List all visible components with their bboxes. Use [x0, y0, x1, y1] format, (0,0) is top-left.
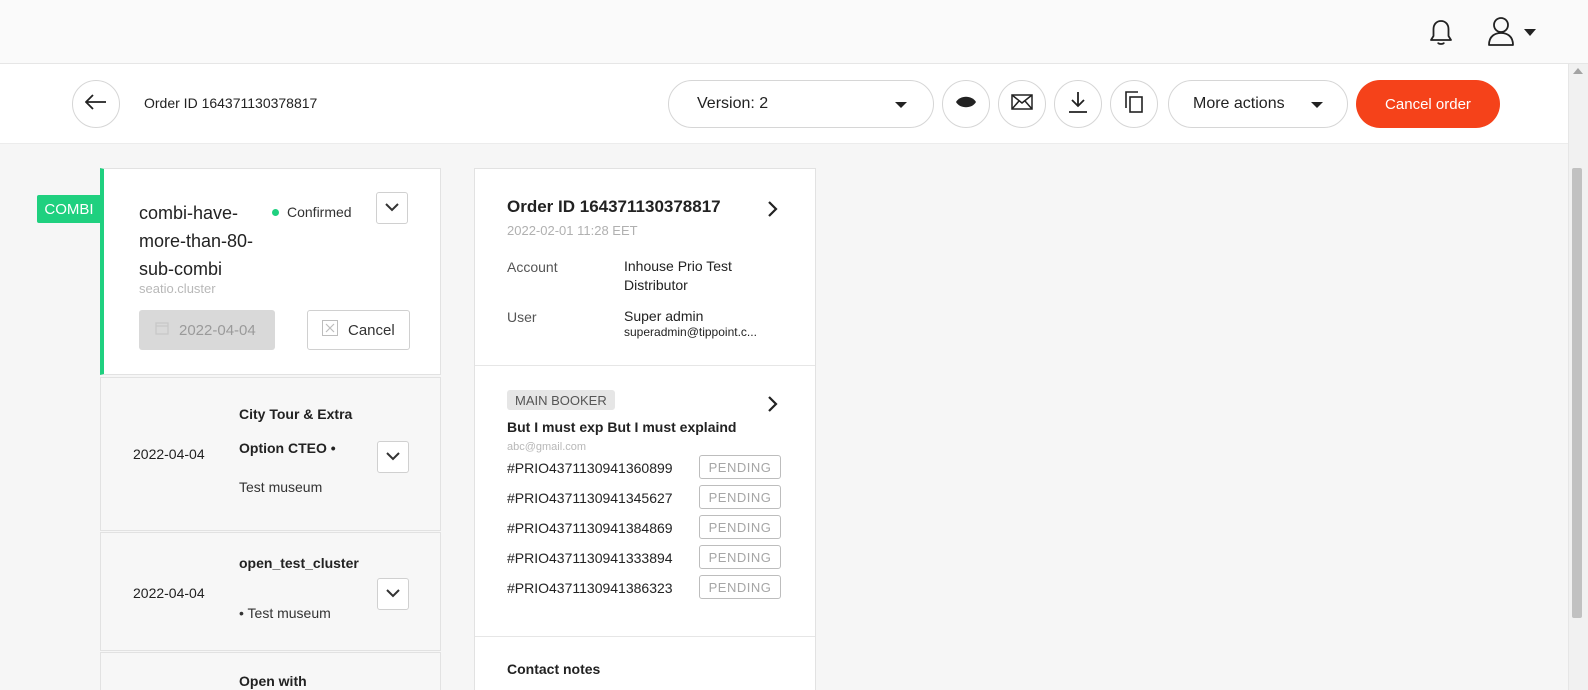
- product-subtitle: seatio.cluster: [139, 281, 216, 296]
- combi-badge: COMBI: [37, 195, 101, 223]
- ticket-status-badge: PENDING: [699, 485, 781, 509]
- expand-product-button[interactable]: [376, 192, 408, 224]
- download-icon: [1068, 91, 1088, 118]
- product-title: combi-have-more-than-80-sub-combi: [139, 203, 254, 279]
- chevron-down-icon: [386, 448, 400, 466]
- scroll-up-arrow-icon[interactable]: [1573, 68, 1583, 74]
- sub-product-date: 2022-04-04: [133, 585, 205, 601]
- email-button[interactable]: [998, 80, 1046, 128]
- expand-sub-product-button[interactable]: [377, 441, 409, 473]
- sub-product-card: Open with: [100, 652, 441, 690]
- ticket-status-badge: PENDING: [699, 515, 781, 539]
- booker-email: abc@gmail.com: [507, 441, 587, 453]
- order-datetime: 2022-02-01 11:28 EET: [507, 223, 638, 238]
- ticket-code: #PRIO4371130941360899: [507, 460, 673, 476]
- sub-product-card: 2022-04-04 City Tour & Extra Option CTEO…: [100, 377, 441, 531]
- expand-sub-product-button[interactable]: [377, 578, 409, 610]
- cancel-order-button[interactable]: Cancel order: [1356, 80, 1500, 128]
- chevron-right-icon[interactable]: [763, 199, 783, 219]
- sub-product-venue: Test museum: [239, 479, 323, 495]
- user-name: Super admin: [624, 308, 704, 324]
- order-toolbar: Order ID 164371130378817 Version: 2 More…: [0, 64, 1568, 144]
- ticket-code: #PRIO4371130941333894: [507, 550, 673, 566]
- cancel-label: Cancel: [348, 321, 395, 339]
- back-button[interactable]: [72, 80, 120, 128]
- date-picker-button[interactable]: 2022-04-04: [139, 310, 275, 350]
- product-card: combi-have-more-than-80-sub-combi seatio…: [100, 168, 441, 375]
- user-email: superadmin@tippoint.c...: [624, 325, 757, 339]
- order-title: Order ID 164371130378817: [507, 197, 721, 216]
- ticket-status-badge: PENDING: [699, 455, 781, 479]
- user-label: User: [507, 309, 537, 325]
- caret-down-icon: [1311, 102, 1323, 108]
- status-badge: Confirmed: [272, 204, 352, 220]
- version-select[interactable]: Version: 2: [668, 80, 934, 128]
- cancel-product-button[interactable]: Cancel: [307, 310, 410, 350]
- top-app-bar: [0, 0, 1588, 64]
- sub-product-title: Open with: [239, 673, 307, 689]
- calendar-icon: [155, 321, 169, 339]
- contact-notes-heading: Contact notes: [507, 661, 601, 677]
- chevron-right-icon[interactable]: [763, 394, 783, 414]
- preview-button[interactable]: [942, 80, 990, 128]
- scrollbar-thumb[interactable]: [1572, 168, 1582, 618]
- chevron-down-icon: [386, 585, 400, 603]
- account-label: Account: [507, 259, 558, 275]
- more-actions-dropdown[interactable]: More actions: [1168, 80, 1348, 128]
- sub-product-card: 2022-04-04 open_test_cluster • Test muse…: [100, 532, 441, 651]
- download-button[interactable]: [1054, 80, 1102, 128]
- order-id-header: Order ID 164371130378817: [144, 95, 318, 111]
- version-select-label: Version: 2: [697, 95, 769, 112]
- ticket-code: #PRIO4371130941345627: [507, 490, 673, 506]
- more-actions-label: More actions: [1193, 95, 1285, 112]
- ticket-status-badge: PENDING: [699, 575, 781, 599]
- caret-down-icon: [1524, 24, 1536, 42]
- date-label: 2022-04-04: [179, 321, 256, 339]
- account-value: Inhouse Prio Test Distributor: [624, 258, 732, 293]
- divider: [475, 365, 815, 366]
- copy-icon: [1124, 90, 1144, 118]
- user-menu[interactable]: [1486, 16, 1542, 50]
- sub-product-title: City Tour & Extra Option CTEO •: [239, 406, 353, 456]
- divider: [475, 636, 815, 637]
- booker-name: But I must exp But I must explaind: [507, 419, 737, 435]
- main-booker-badge: MAIN BOOKER: [507, 390, 615, 410]
- status-label: Confirmed: [287, 204, 352, 220]
- back-arrow-icon: [84, 93, 107, 115]
- sub-product-venue: • Test museum: [239, 605, 331, 621]
- bell-icon[interactable]: [1426, 18, 1456, 48]
- ticket-code: #PRIO4371130941386323: [507, 580, 673, 596]
- status-dot-icon: [272, 208, 279, 216]
- copy-button[interactable]: [1110, 80, 1158, 128]
- sub-product-date: 2022-04-04: [133, 446, 205, 462]
- caret-down-icon: [895, 102, 907, 108]
- ticket-status-badge: PENDING: [699, 545, 781, 569]
- close-icon: [322, 320, 338, 340]
- user-icon: [1486, 15, 1516, 52]
- order-details-panel: Order ID 164371130378817 2022-02-01 11:2…: [474, 168, 816, 690]
- eye-icon: [955, 95, 977, 114]
- chevron-down-icon: [385, 199, 399, 217]
- ticket-code: #PRIO4371130941384869: [507, 520, 673, 536]
- sub-product-title: open_test_cluster: [239, 555, 359, 571]
- mail-icon: [1011, 93, 1033, 115]
